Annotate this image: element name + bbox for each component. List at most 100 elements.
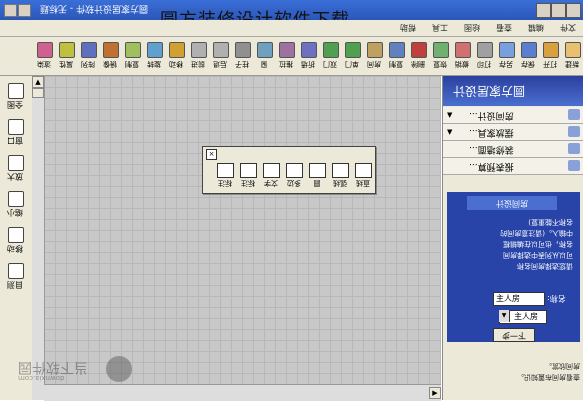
- toolbar-button-forward[interactable]: 前进: [188, 40, 208, 72]
- dimension-icon: [240, 163, 257, 178]
- toolbar-button-duplicate[interactable]: 复制: [122, 40, 142, 72]
- toolbar-button-mirror[interactable]: 镜像: [100, 40, 120, 72]
- toolbar-button-pillar[interactable]: 柱子: [232, 40, 252, 72]
- left-tool-zoom-in[interactable]: 放大: [4, 154, 26, 188]
- drawing-canvas[interactable]: [33, 76, 441, 384]
- left-tool-zoom-out[interactable]: 缩小: [4, 190, 26, 224]
- toolbar-button-wall[interactable]: 折墙: [298, 40, 318, 72]
- toolbar-label: 旋转: [147, 60, 161, 68]
- palette-tool-line[interactable]: 直线: [353, 163, 373, 191]
- double-door-icon: [323, 42, 339, 58]
- palette-tool-circle[interactable]: 圆: [307, 163, 327, 191]
- horizontal-scrollbar[interactable]: ▶: [44, 384, 441, 401]
- palette-tool-annotate[interactable]: 标注: [215, 163, 235, 191]
- toolbar-label: 房间: [367, 60, 381, 68]
- menu-edit[interactable]: 编辑: [528, 22, 544, 33]
- room-name-form: 房间设计 请您选择房间名称 可以从列表中选择房间 名称，也可以在编辑框 中输入。…: [447, 192, 580, 342]
- panel-item-label: 房间设计...: [469, 110, 514, 120]
- close-icon[interactable]: [566, 3, 581, 18]
- room-name-input[interactable]: 主人房: [493, 292, 545, 306]
- toolbar-button-properties[interactable]: 属性: [56, 40, 76, 72]
- save-as-icon: [499, 42, 515, 58]
- menu-view[interactable]: 查看: [496, 22, 512, 33]
- toolbar-button-render[interactable]: 渲染: [34, 40, 54, 72]
- left-tool-full-view[interactable]: 全图: [4, 82, 26, 116]
- toolbar-button-array[interactable]: 阵列: [78, 40, 98, 72]
- menu-draw[interactable]: 绘图: [464, 22, 480, 33]
- minimize-icon[interactable]: [536, 3, 551, 18]
- panel-item-label: 报表预算...: [469, 161, 514, 171]
- chevron-down-icon[interactable]: ▼: [499, 310, 510, 322]
- panel-item-decoration[interactable]: 装修墙面...: [443, 141, 583, 158]
- toolbar-label: 恢复: [433, 60, 447, 68]
- scroll-right-icon[interactable]: ▶: [429, 387, 441, 399]
- palette-tool-text[interactable]: 文字: [261, 163, 281, 191]
- panel-item-label: 装修墙面...: [469, 144, 514, 154]
- palette-tool-dimension[interactable]: 标注: [238, 163, 258, 191]
- toolbar-button-single-door[interactable]: 单门: [342, 40, 362, 72]
- toolbar-button-save[interactable]: 保存: [518, 40, 538, 72]
- watermark: 当下软件园 downxia.com: [18, 352, 132, 386]
- zoom-in-icon: [8, 155, 24, 171]
- panel-header: 圆方家居设计: [443, 76, 583, 106]
- single-door-icon: [345, 42, 361, 58]
- toolbar-button-move[interactable]: 移动: [166, 40, 186, 72]
- left-tool-window-zoom[interactable]: 窗口: [4, 118, 26, 152]
- circle-icon: [309, 163, 326, 178]
- left-tool-label: 窗口: [7, 136, 23, 145]
- wall-icon: [301, 42, 317, 58]
- left-tool-label: 放大: [7, 172, 23, 181]
- toolbar-label: 折墙: [301, 60, 315, 68]
- toolbar-button-rotate[interactable]: 旋转: [144, 40, 164, 72]
- palette-tool-label: 文字: [264, 179, 278, 187]
- toolbar-label: 阵列: [81, 60, 95, 68]
- maximize-icon[interactable]: [551, 3, 566, 18]
- palette-tool-label: 直线: [356, 179, 370, 187]
- menu-file[interactable]: 文件: [560, 22, 576, 33]
- toolbar-button-delete[interactable]: 删除: [408, 40, 428, 72]
- toolbar-button-open[interactable]: 打开: [540, 40, 560, 72]
- toolbar-button-double-door[interactable]: 双门: [320, 40, 340, 72]
- annotate-icon: [217, 163, 234, 178]
- furniture-icon: [568, 126, 580, 137]
- polygon-icon: [286, 163, 303, 178]
- pan-icon: [8, 227, 24, 243]
- view-icon: [8, 263, 24, 279]
- palette-close-icon[interactable]: ×: [206, 149, 217, 160]
- palette-tool-label: 多边: [287, 179, 301, 187]
- forward-icon: [191, 42, 207, 58]
- toolbar-label: 保存: [521, 60, 535, 68]
- left-tool-pan[interactable]: 移动: [4, 226, 26, 260]
- toolbar-button-room[interactable]: 房间: [364, 40, 384, 72]
- panel-item-budget[interactable]: 报表预算...: [443, 158, 583, 175]
- palette-tool-label: 标注: [218, 179, 232, 187]
- watermark-sub: downxia.com: [18, 374, 65, 382]
- toolbar-button-new[interactable]: 新建: [562, 40, 582, 72]
- panel-item-furniture[interactable]: ▼ 摆放家具...: [443, 124, 583, 141]
- left-tool-view[interactable]: 目测: [4, 262, 26, 296]
- window-zoom-icon: [8, 119, 24, 135]
- mirror-icon: [103, 42, 119, 58]
- toolbar-button-window[interactable]: 窗: [254, 40, 274, 72]
- scroll-thumb[interactable]: [32, 88, 44, 98]
- menu-help[interactable]: 帮助: [400, 22, 416, 33]
- palette-tool-arc[interactable]: 弧线: [330, 163, 350, 191]
- toolbar-label: 渲染: [37, 60, 51, 68]
- next-button[interactable]: 下一步: [493, 328, 535, 342]
- app-icon-2: [18, 4, 31, 17]
- toolbar-button-copy[interactable]: 复制: [386, 40, 406, 72]
- palette-tool-label: 圆: [313, 179, 321, 187]
- print-icon: [477, 42, 493, 58]
- toolbar-button-back[interactable]: 后退: [210, 40, 230, 72]
- menu-tools[interactable]: 工具: [432, 22, 448, 33]
- menu-bar: 文件 编辑 查看 绘图 工具 帮助: [0, 20, 583, 37]
- scroll-up-icon[interactable]: ▲: [32, 76, 44, 88]
- toolbar-button-redo[interactable]: 恢复: [430, 40, 450, 72]
- toolbar-button-print[interactable]: 打印: [474, 40, 494, 72]
- palette-tool-polygon[interactable]: 多边: [284, 163, 304, 191]
- panel-item-room-design[interactable]: ▼ 房间设计...: [443, 107, 583, 124]
- arrow-icon: ▼: [447, 128, 453, 136]
- toolbar-button-sliding[interactable]: 推拉: [276, 40, 296, 72]
- toolbar-button-save-as[interactable]: 另存: [496, 40, 516, 72]
- toolbar-button-undo[interactable]: 撤销: [452, 40, 472, 72]
